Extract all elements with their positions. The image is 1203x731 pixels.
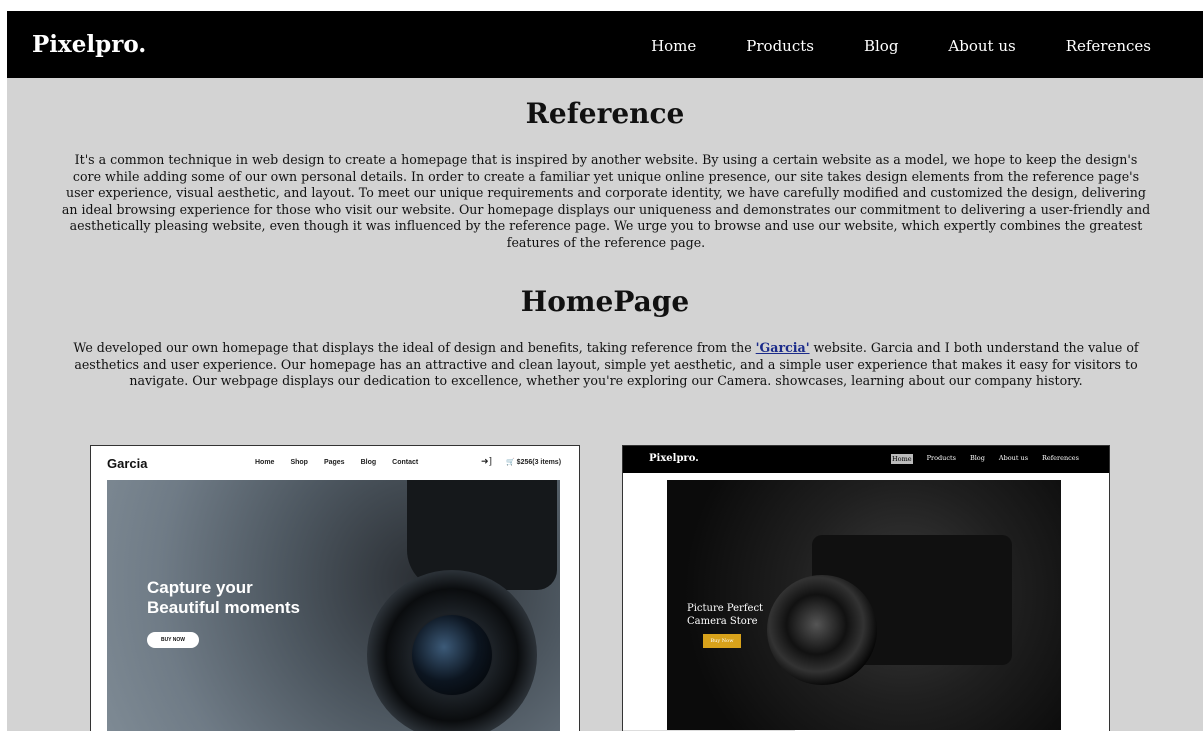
pixelpro-hero-image: Picture Perfect Camera Store Buy Now bbox=[667, 480, 1061, 730]
garcia-screenshot: Garcia Home Shop Pages Blog Contact ➜] 🛒… bbox=[90, 445, 580, 731]
pixelpro-hero-line-1: Picture Perfect bbox=[687, 603, 764, 614]
garcia-hero-title: Capture your Beautiful moments bbox=[147, 578, 300, 618]
pixelpro-mini-links: Home Products Blog About us References bbox=[891, 454, 1079, 464]
garcia-nav-shop: Shop bbox=[290, 459, 308, 466]
nav-menu: Home Products Blog About us References bbox=[651, 37, 1151, 55]
pixelpro-mini-about: About us bbox=[998, 454, 1029, 462]
nav-products[interactable]: Products bbox=[746, 37, 814, 55]
pixelpro-buy-now-button: Buy Now bbox=[703, 634, 741, 648]
pixelpro-mini-blog: Blog bbox=[969, 454, 985, 462]
reference-paragraph: It's a common technique in web design to… bbox=[61, 152, 1151, 250]
garcia-nav-home: Home bbox=[255, 459, 275, 466]
homepage-paragraph: We developed our own homepage that displ… bbox=[61, 340, 1151, 390]
nav-references[interactable]: References bbox=[1066, 37, 1151, 55]
nav-home[interactable]: Home bbox=[651, 37, 696, 55]
garcia-hero-image: Capture your Beautiful moments BUY NOW bbox=[107, 480, 560, 731]
camera-lens-glass bbox=[412, 615, 492, 695]
camera-lens-shape bbox=[767, 575, 877, 685]
pixelpro-screenshot: Pixelpro. Home Products Blog About us Re… bbox=[622, 445, 1110, 731]
homepage-text-before: We developed our own homepage that displ… bbox=[73, 340, 756, 355]
pixelpro-mini-products: Products bbox=[926, 454, 956, 462]
pixelpro-hero-line-2: Camera Store bbox=[687, 616, 758, 627]
garcia-nav-pages: Pages bbox=[323, 459, 345, 466]
garcia-nav-blog: Blog bbox=[360, 459, 377, 466]
pixelpro-mini-references: References bbox=[1042, 454, 1079, 462]
login-icon: ➜] bbox=[481, 457, 493, 467]
page-frame: Pixelpro. Home Products Blog About us Re… bbox=[7, 11, 1203, 731]
reference-heading: Reference bbox=[525, 97, 685, 130]
homepage-heading: HomePage bbox=[520, 285, 690, 318]
garcia-cart-text: $256(3 items) bbox=[516, 459, 562, 466]
garcia-nav-contact: Contact bbox=[392, 459, 419, 466]
cart-icon: 🛒 bbox=[506, 459, 515, 466]
pixelpro-mini-navbar: Pixelpro. Home Products Blog About us Re… bbox=[623, 446, 1109, 473]
pixelpro-mini-logo: Pixelpro. bbox=[649, 453, 699, 464]
nav-about-us[interactable]: About us bbox=[948, 37, 1015, 55]
garcia-link[interactable]: 'Garcia' bbox=[756, 340, 810, 355]
nav-blog[interactable]: Blog bbox=[864, 37, 898, 55]
top-navbar: Pixelpro. Home Products Blog About us Re… bbox=[7, 11, 1203, 78]
garcia-navbar: Garcia Home Shop Pages Blog Contact ➜] 🛒… bbox=[91, 446, 579, 480]
garcia-hero-line-2: Beautiful moments bbox=[147, 598, 301, 617]
garcia-logo: Garcia bbox=[107, 456, 148, 471]
pixelpro-hero-title: Picture Perfect Camera Store bbox=[687, 602, 763, 628]
pixelpro-mini-home: Home bbox=[891, 454, 913, 464]
garcia-hero-line-1: Capture your bbox=[147, 578, 253, 597]
garcia-nav-links: Home Shop Pages Blog Contact bbox=[255, 459, 418, 466]
brand-logo[interactable]: Pixelpro. bbox=[32, 31, 146, 58]
garcia-cart: 🛒 $256(3 items) bbox=[506, 458, 561, 466]
garcia-buy-now-button: BUY NOW bbox=[147, 632, 199, 648]
